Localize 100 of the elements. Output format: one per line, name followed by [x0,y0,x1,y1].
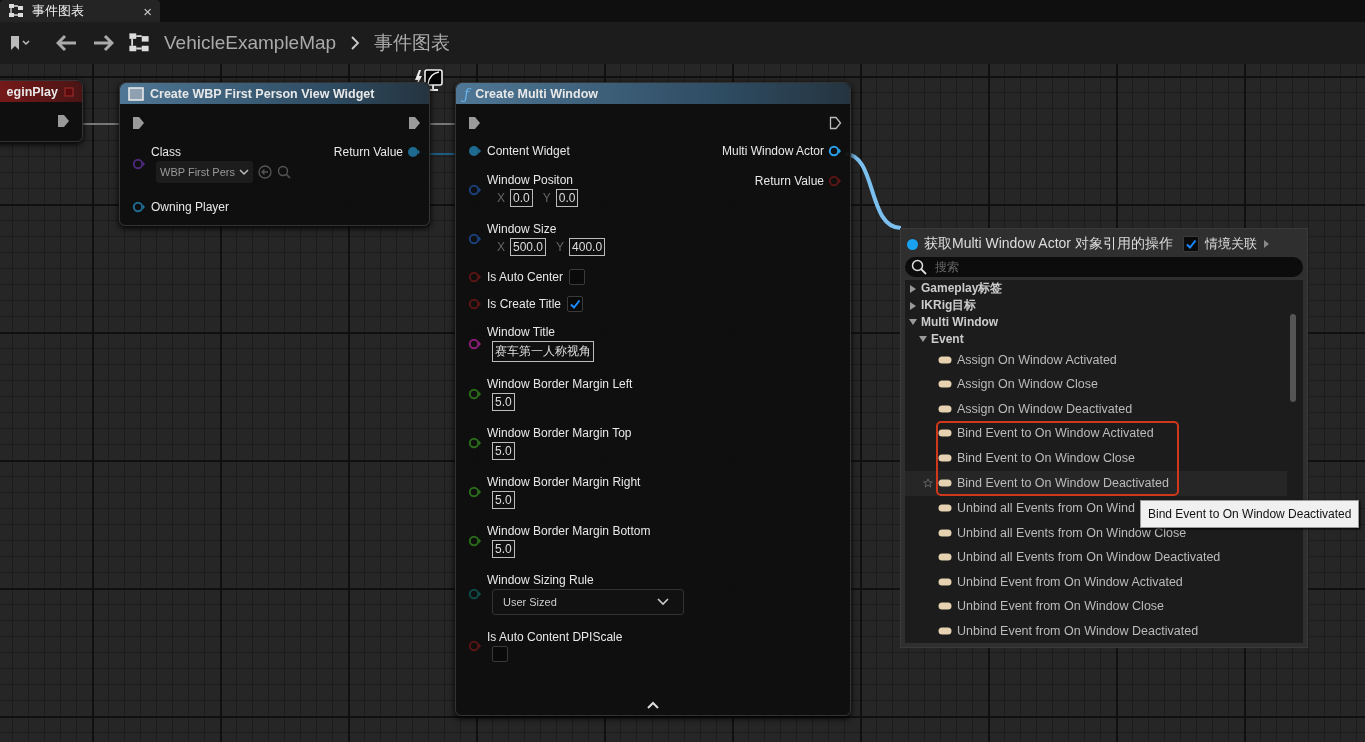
pin-label: Multi Window Actor [721,144,824,158]
search-input[interactable]: 搜索 [933,259,1297,275]
checkbox[interactable] [492,646,508,662]
pill-icon [938,429,952,438]
graph-icon [8,3,24,19]
number-field[interactable]: 0.0 [555,189,579,207]
exec-pin[interactable] [408,116,421,130]
expand-arrow-icon[interactable] [1262,239,1270,249]
action-item[interactable]: Unbind Event from On Window Activated [905,569,1287,594]
pin-label: Is Auto Content DPIScale [487,630,623,644]
tree-category[interactable]: Multi Window [905,314,1287,331]
graph-icon [128,32,150,54]
breadcrumb-link[interactable]: 事件图表 [374,30,451,56]
pin-label: Window Border Margin Top [487,426,632,440]
back-circle-icon[interactable] [258,165,272,179]
graph-node[interactable]: eginPlay [0,80,83,142]
star-icon[interactable] [923,478,933,489]
action-item[interactable]: Assign On Window Deactivated [905,396,1287,421]
pin-label: Window Size [487,222,557,236]
pill-icon [938,602,952,611]
number-field[interactable]: 5.0 [492,540,515,558]
checkbox[interactable] [1182,236,1199,252]
collapse-icon[interactable] [647,701,659,709]
dropdown[interactable]: User Sized [492,589,684,615]
pin-label: Is Auto Center [487,270,564,284]
checkbox[interactable] [567,296,584,312]
back-arrow-icon[interactable] [56,34,78,52]
action-item[interactable]: Bind Event to On Window Deactivated [905,470,1287,496]
graph-node[interactable]: Create WBP First Person View Widget Class WBP First Pers Owning Player Return Value [119,82,430,226]
data-pin[interactable] [468,534,482,548]
number-field[interactable]: 5.0 [492,442,515,460]
exec-pin[interactable] [132,116,145,130]
tree-category[interactable]: Event [905,330,1287,348]
data-pin[interactable] [468,144,482,158]
node-title: Create Multi Window [475,86,598,101]
wire [430,123,455,125]
action-item[interactable]: Bind Event to On Window Activated [905,420,1287,446]
pin-label: Return Value [754,174,824,188]
checkmark-icon [569,298,582,310]
pill-icon [938,454,952,463]
action-item[interactable]: Bind Event to On Window Close [905,445,1287,471]
number-field[interactable]: 5.0 [492,491,515,509]
pin-label: Window Sizing Rule [487,573,594,587]
number-field[interactable]: 400.0 [569,238,606,256]
picker-value: WBP First Pers [160,166,235,178]
node-title: eginPlay [6,84,58,99]
caret-icon [239,168,249,176]
action-item[interactable]: Unbind Event from On Window Close [905,593,1287,619]
data-pin[interactable] [468,485,482,499]
exec-pin[interactable] [468,116,481,130]
action-item[interactable]: Assign On Window Close [905,371,1287,397]
chevron-right-icon [350,35,361,51]
breadcrumb-link[interactable]: VehicleExampleMap [164,32,337,54]
data-pin[interactable] [132,200,146,214]
exec-pin[interactable] [57,114,70,128]
search-icon[interactable] [277,165,291,179]
collapse-arrow-icon[interactable] [918,334,928,344]
action-item[interactable]: Unbind Event from On Window Deactivated [905,618,1287,643]
node-title: Create WBP First Person View Widget [150,86,375,101]
wire [83,123,119,125]
action-item[interactable]: Unbind all Events from On Window Deactivated [905,544,1287,570]
checkbox[interactable] [569,269,586,285]
pin-label: Window Title [487,325,556,339]
checkbox-label: 情境关联 [1204,235,1257,253]
dropdown-value: User Sized [503,596,557,608]
text-field[interactable]: 赛车第一人称视角 [492,341,594,362]
pill-icon [938,380,952,389]
bookmark-icon[interactable] [8,34,32,52]
number-field[interactable]: 5.0 [492,393,515,411]
pin-label: Return Value [333,145,403,159]
class-picker[interactable]: WBP First Pers [156,161,253,183]
data-pin[interactable] [407,145,421,159]
pill-icon [938,626,952,635]
tree-category[interactable]: Gameplay标签 [905,280,1287,297]
axis-label: X [497,191,505,205]
data-pin[interactable] [468,387,482,401]
axis-label: Y [556,240,565,254]
exec-pin[interactable] [829,116,842,130]
pin-label: Class [151,145,181,159]
number-field[interactable]: 500.0 [510,238,547,256]
data-pin[interactable] [468,436,482,450]
expand-arrow-icon[interactable] [908,283,918,294]
data-pin[interactable] [828,144,842,158]
status-dot [907,238,918,250]
pin-label: Is Create Title [487,297,562,311]
pill-icon [938,504,952,513]
search-field[interactable]: 搜索 [905,257,1303,277]
number-field[interactable]: 0.0 [510,189,533,207]
menu-title: 获取Multi Window Actor 对象引用的操作 [924,235,1173,253]
editor-tab[interactable]: 事件图表 × [0,0,160,22]
action-item[interactable]: Assign On Window Activated [905,347,1287,372]
pin-label: Content Widget [487,144,570,158]
graph-node[interactable] [455,82,851,716]
pill-icon [938,404,952,413]
tree-category[interactable]: IKRig目标 [905,297,1287,314]
forward-arrow-icon[interactable] [92,34,114,52]
pin-label: Owning Player [151,200,230,214]
scrollbar-thumb[interactable] [1290,314,1296,402]
close-button[interactable]: × [143,2,152,20]
expand-arrow-icon[interactable] [908,300,918,311]
